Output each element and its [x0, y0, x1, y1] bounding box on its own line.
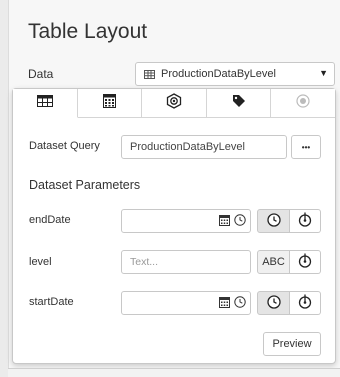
- more-options-button[interactable]: •••: [291, 135, 321, 159]
- text-type-button[interactable]: ABC: [257, 250, 290, 274]
- clock-mode-button[interactable]: [257, 209, 290, 233]
- caret-down-icon: ▼: [319, 68, 328, 78]
- tab-table[interactable]: [13, 89, 78, 118]
- data-config-popup: Dataset Query ProductionDataByLevel ••• …: [12, 88, 336, 364]
- settings-hex-icon: [166, 92, 182, 114]
- preview-button[interactable]: Preview: [263, 332, 321, 356]
- param-name: level: [29, 256, 52, 268]
- binding-button[interactable]: [290, 250, 321, 274]
- tab-calculation[interactable]: [77, 89, 143, 118]
- level-input[interactable]: Text...: [121, 250, 251, 274]
- popup-tabs: [13, 89, 335, 118]
- tag-icon: [232, 94, 246, 113]
- binding-button[interactable]: [290, 291, 321, 315]
- startdate-input[interactable]: [121, 291, 251, 315]
- radio-target-icon: [296, 93, 310, 113]
- clock-icon: [266, 294, 281, 312]
- clock-icon: [266, 212, 281, 230]
- clock-icon[interactable]: [234, 214, 246, 229]
- table-icon: [36, 94, 53, 112]
- calculator-icon: [102, 93, 116, 113]
- tab-tags[interactable]: [206, 89, 272, 118]
- stopwatch-icon: [298, 212, 312, 230]
- level-placeholder: Text...: [130, 256, 159, 268]
- clock-icon[interactable]: [234, 296, 246, 311]
- data-source-value: ProductionDataByLevel: [161, 68, 276, 80]
- param-name: endDate: [29, 214, 71, 226]
- clock-mode-button[interactable]: [257, 291, 290, 315]
- param-name: startDate: [29, 296, 74, 308]
- dataset-query-value: ProductionDataByLevel: [130, 141, 245, 153]
- tab-disabled[interactable]: [271, 89, 335, 118]
- calendar-icon[interactable]: [219, 214, 230, 229]
- stopwatch-icon: [298, 253, 312, 271]
- dataset-query-field[interactable]: ProductionDataByLevel: [121, 135, 287, 159]
- data-label: Data: [28, 67, 54, 81]
- data-source-select[interactable]: ProductionDataByLevel ▼: [135, 62, 335, 86]
- dataset-query-label: Dataset Query: [29, 140, 100, 152]
- tab-settings[interactable]: [142, 89, 207, 118]
- enddate-input[interactable]: [121, 209, 251, 233]
- binding-button[interactable]: [290, 209, 321, 233]
- calendar-icon[interactable]: [219, 296, 230, 311]
- dataset-parameters-heading: Dataset Parameters: [29, 178, 141, 192]
- panel-title: Table Layout: [28, 20, 148, 43]
- stopwatch-icon: [298, 294, 312, 312]
- table-icon: [144, 69, 155, 79]
